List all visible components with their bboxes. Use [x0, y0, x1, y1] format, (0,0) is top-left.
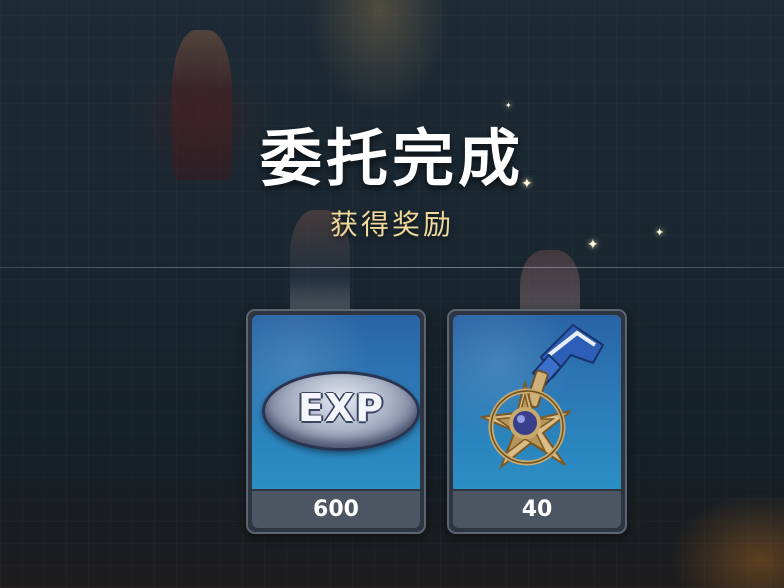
reward-count: 600	[252, 491, 420, 528]
page-title: 委托完成	[259, 122, 524, 195]
reward-card-exp[interactable]: EXP 600	[246, 309, 426, 534]
divider-line	[0, 267, 784, 268]
reward-subtitle: 获得奖励	[329, 208, 454, 241]
exp-label: EXP	[297, 386, 385, 430]
star-compass-medal-icon	[480, 323, 605, 471]
exp-icon: EXP	[262, 371, 420, 451]
reward-art: EXP	[252, 315, 420, 489]
reward-art	[453, 315, 621, 489]
reward-card-medal[interactable]: 40	[447, 309, 627, 534]
reward-count: 40	[453, 491, 621, 528]
